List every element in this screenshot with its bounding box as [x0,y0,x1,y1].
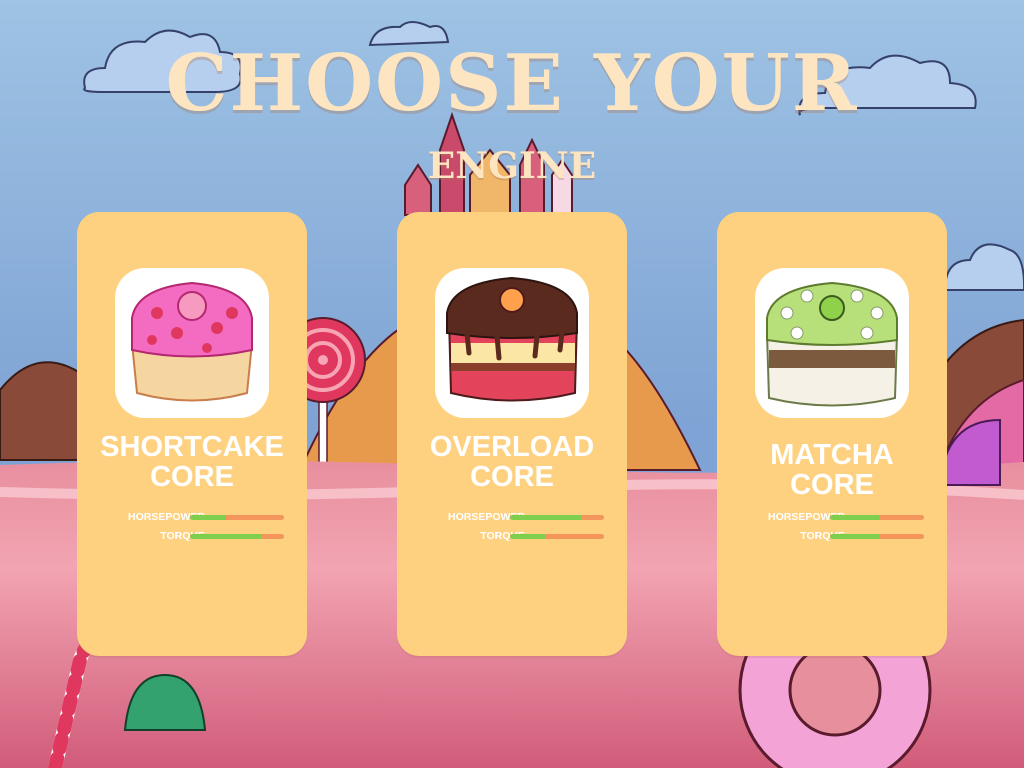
strawberry-shortcake-icon [115,268,269,418]
engine-name: MATCHA CORE [770,439,894,501]
page-subtitle: ENGINE [427,145,597,187]
stat-torque: TORQUE [717,529,947,548]
engine-card-shortcake[interactable]: SHORTCAKE CORE HORSEPOWER TORQUE [77,212,307,656]
page-title: CHOOSE YOUR [165,38,859,129]
chocolate-layer-cake-icon [435,268,589,418]
matcha-cake-icon [755,268,909,418]
horsepower-bar [510,515,604,520]
torque-bar [190,534,284,539]
stat-torque: TORQUE [397,529,627,548]
engine-card-overload[interactable]: OVERLOAD CORE HORSEPOWER TORQUE [397,212,627,656]
stat-horsepower: HORSEPOWER [717,510,947,529]
engine-stats: HORSEPOWER TORQUE [77,510,307,548]
engine-name: SHORTCAKE CORE [100,431,284,493]
stat-torque: TORQUE [77,529,307,548]
horsepower-bar [190,515,284,520]
engine-name: OVERLOAD CORE [429,431,595,493]
stat-horsepower: HORSEPOWER [77,510,307,529]
stat-horsepower: HORSEPOWER [397,510,627,529]
horsepower-bar [830,515,924,520]
engine-stats: HORSEPOWER TORQUE [717,510,947,548]
torque-bar [510,534,604,539]
torque-bar [830,534,924,539]
engine-card-matcha[interactable]: MATCHA CORE HORSEPOWER TORQUE [717,212,947,656]
engine-stats: HORSEPOWER TORQUE [397,510,627,548]
